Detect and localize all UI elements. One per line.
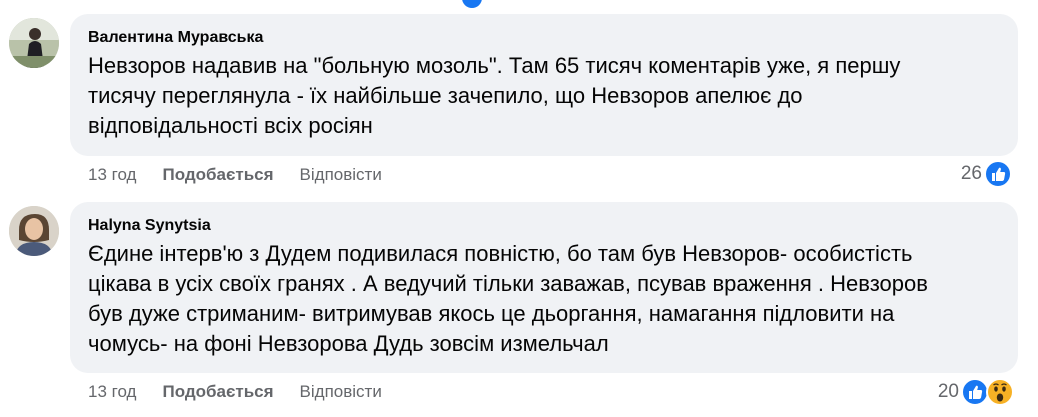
reply-button[interactable]: Відповісти <box>300 165 382 185</box>
like-icon <box>984 160 1012 188</box>
like-button[interactable]: Подобається <box>162 165 273 185</box>
reaction-count: 26 <box>960 163 982 184</box>
comment-bubble: Валентина Муравська Невзоров надавив на … <box>70 14 1018 156</box>
comment-author[interactable]: Halyna Synytsia <box>88 216 1000 236</box>
avatar[interactable] <box>9 18 59 68</box>
comment-author[interactable]: Валентина Муравська <box>88 28 1000 48</box>
avatar[interactable] <box>9 206 59 256</box>
comment-text: Невзоров надавив на "больную мозоль". Та… <box>88 51 1000 141</box>
reactions-summary[interactable]: 26 <box>961 160 1012 188</box>
comment-text-line: чомусь- на фоні Невзорова Дудь зовсім из… <box>88 331 609 356</box>
comment-actions: 13 год Подобається Відповісти <box>88 382 382 402</box>
comment-timestamp[interactable]: 13 год <box>88 382 136 402</box>
reply-button[interactable]: Відповісти <box>300 382 382 402</box>
comment-text-line: тисячу переглянула - їх найбільше зачепи… <box>88 83 803 108</box>
reaction-icon-partial <box>462 0 482 8</box>
comment-text-line: відповідальності всіх росіян <box>88 113 373 138</box>
like-button[interactable]: Подобається <box>162 382 273 402</box>
comment-text-line: Єдине інтерв'ю з Дудем подивилася повніс… <box>88 241 913 266</box>
comment-actions: 13 год Подобається Відповісти <box>88 165 382 185</box>
wow-icon <box>986 378 1014 406</box>
comment-text-line: цікава в усіх своїх гранях . А ведучий т… <box>88 271 928 296</box>
comment-bubble: Halyna Synytsia Єдине інтерв'ю з Дудем п… <box>70 202 1018 373</box>
comment-text-line: Невзоров надавив на "больную мозоль". Та… <box>88 53 901 78</box>
comment-text-line: був дуже стриманим- витримував якось це … <box>88 301 895 326</box>
like-icon <box>961 378 989 406</box>
reaction-count: 20 <box>937 381 959 402</box>
comment-text: Єдине інтерв'ю з Дудем подивилася повніс… <box>88 239 1000 359</box>
reactions-summary[interactable]: 20 <box>938 378 1014 406</box>
comment-timestamp[interactable]: 13 год <box>88 165 136 185</box>
